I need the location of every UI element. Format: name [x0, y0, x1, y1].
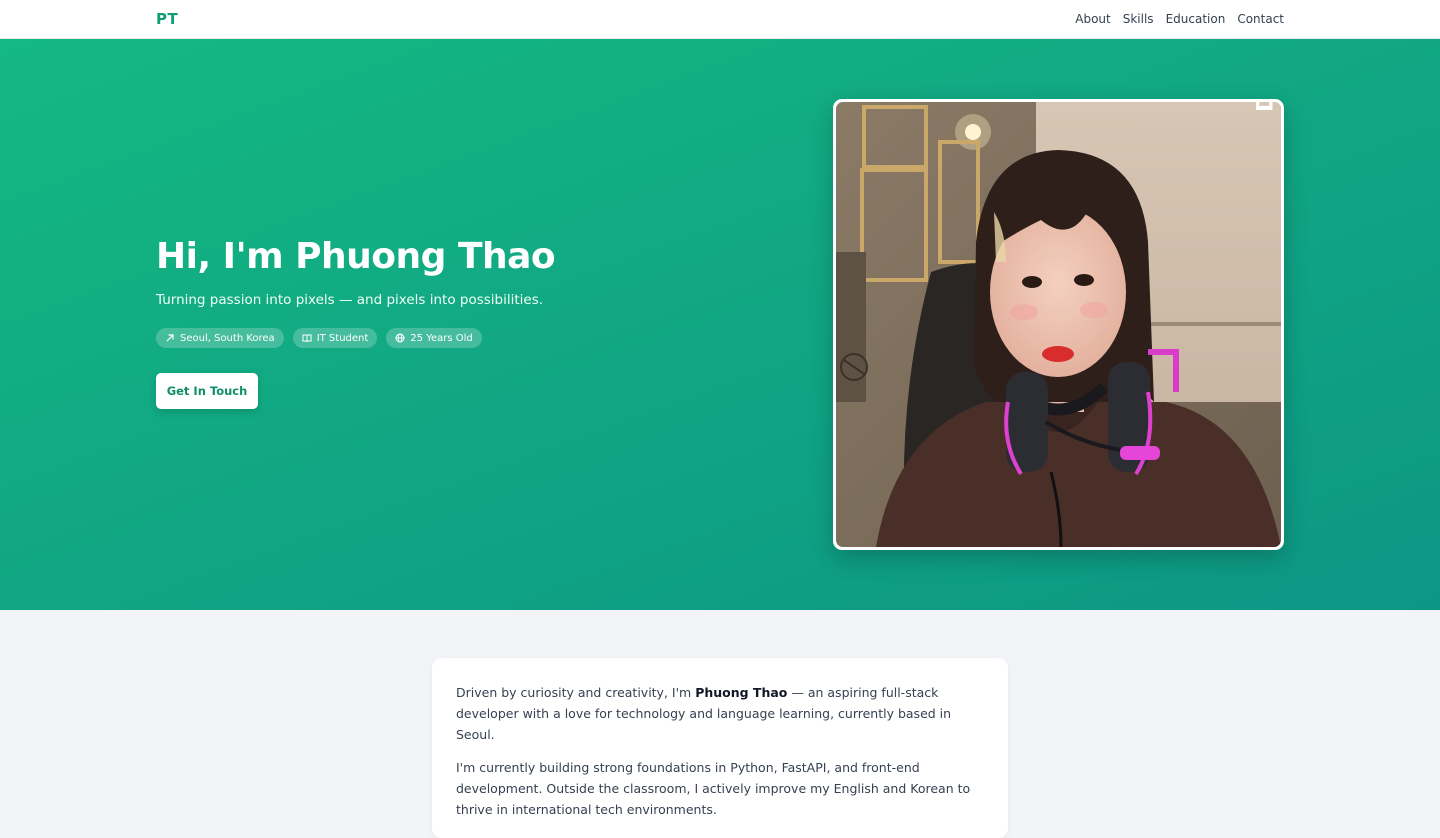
- navbar: PT About Skills Education Contact: [0, 0, 1440, 39]
- nav-link-about[interactable]: About: [1075, 12, 1110, 26]
- about-name: Phuong Thao: [695, 685, 788, 700]
- badge-location: Seoul, South Korea: [156, 328, 284, 348]
- nav-links: About Skills Education Contact: [1075, 12, 1284, 26]
- about-paragraph-2: I'm currently building strong foundation…: [456, 760, 971, 817]
- profile-photo-frame: Design by STA: [833, 99, 1284, 550]
- about-p1-before: Driven by curiosity and creativity, I'm: [456, 685, 696, 700]
- arrow-up-right-icon: [166, 334, 174, 342]
- badge-role-label: IT Student: [316, 332, 369, 344]
- hero-section: Hi, I'm Phuong Thao Turning passion into…: [0, 39, 1440, 610]
- info-badges: Seoul, South Korea IT Student 25 Years O…: [156, 328, 482, 348]
- badge-location-label: Seoul, South Korea: [180, 332, 275, 344]
- profile-photo: Design by STA: [836, 102, 1281, 547]
- hero-subtitle: Turning passion into pixels — and pixels…: [156, 292, 544, 308]
- badge-age: 25 Years Old: [386, 328, 482, 348]
- nav-link-skills[interactable]: Skills: [1123, 12, 1154, 26]
- badge-age-label: 25 Years Old: [410, 332, 473, 344]
- hero-title: Hi, I'm Phuong Thao: [156, 236, 556, 277]
- get-in-touch-button[interactable]: Get In Touch: [156, 373, 258, 409]
- nav-link-education[interactable]: Education: [1166, 12, 1226, 26]
- badge-role: IT Student: [292, 328, 378, 348]
- about-paragraph-1: Driven by curiosity and creativity, I'm …: [456, 682, 984, 745]
- logo[interactable]: PT: [156, 10, 178, 28]
- photo-overlay-text: Design by STA: [1250, 102, 1275, 112]
- about-card: Driven by curiosity and creativity, I'm …: [432, 658, 1008, 838]
- globe-icon: [395, 333, 405, 343]
- book-icon: [302, 334, 312, 343]
- nav-link-contact[interactable]: Contact: [1237, 12, 1284, 26]
